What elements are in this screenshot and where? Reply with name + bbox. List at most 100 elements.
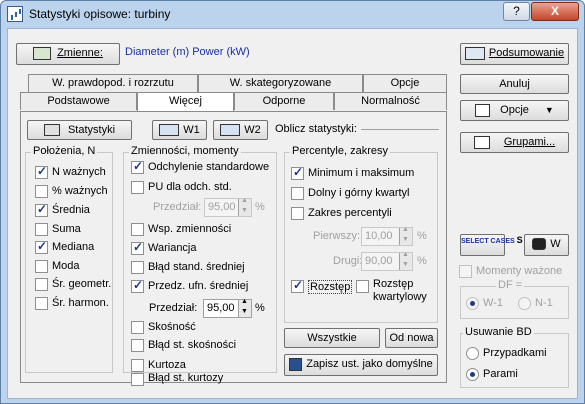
w1-label: W1: [183, 124, 200, 136]
checkbox-moda[interactable]: [35, 260, 48, 273]
help-button[interactable]: ?: [503, 2, 530, 21]
title-bar: Statystyki opisowe: turbiny ? X: [1, 1, 584, 27]
checkbox-blad-skosnosci[interactable]: [131, 339, 144, 352]
label-rozstep: Rozstęp: [308, 280, 353, 294]
label-blad-sredniej: Błąd stand. średniej: [148, 261, 245, 273]
w2-button[interactable]: W2: [213, 120, 268, 140]
checkbox-blad-sredniej[interactable]: [131, 261, 144, 274]
przedzial-2-value: 95,00: [207, 302, 235, 314]
label-pct-4: %: [417, 255, 427, 267]
variables-button-label: Zmienne:: [57, 47, 103, 59]
label-rozstep-kw-2: kwartylowy: [373, 291, 427, 303]
tab-skategoryzowane[interactable]: W. skategoryzowane: [198, 74, 363, 92]
checkbox-zakres[interactable]: [291, 207, 304, 220]
od-nowa-button[interactable]: Od nowa: [385, 328, 438, 348]
usuwanie-title: Usuwanie BD: [463, 326, 534, 338]
weight-button[interactable]: W: [524, 234, 569, 256]
label-pct-3: %: [417, 230, 427, 242]
przedzial-1-spinner[interactable]: 95,00: [204, 197, 252, 217]
checkbox-rozstep-kwartylowy[interactable]: [356, 280, 369, 293]
label-zakres: Zakres percentyli: [308, 207, 392, 219]
radio-przypadkami[interactable]: [466, 347, 479, 360]
label-pu-odch: PU dla odch. std.: [148, 181, 232, 193]
label-blad-kurtozy: Błąd st. kurtozy: [148, 372, 224, 384]
label-kwartyl: Dolny i górny kwartyl: [308, 187, 410, 199]
checkbox-sr-geometr[interactable]: [35, 278, 48, 291]
przedzial-2-spinner[interactable]: 95,00: [203, 298, 252, 318]
label-wariancja: Wariancja: [148, 242, 197, 254]
wszystkie-button[interactable]: Wszystkie: [284, 328, 380, 348]
zapisz-button[interactable]: Zapisz ust. jako domyślne: [284, 354, 438, 376]
label-pct-waznych: % ważnych: [52, 185, 108, 197]
tab-opcje[interactable]: Opcje: [363, 74, 447, 92]
w1-button[interactable]: W1: [152, 120, 207, 140]
checkbox-odchylenie[interactable]: [131, 159, 144, 174]
checkbox-minmax[interactable]: [291, 165, 304, 180]
przedzial-1-value: 95,00: [208, 201, 236, 213]
tab-odporne[interactable]: Odporne: [234, 92, 334, 110]
tab-wiecej[interactable]: Więcej: [137, 92, 234, 112]
checkbox-pct-waznych[interactable]: [35, 185, 48, 198]
checkbox-kurtoza[interactable]: [131, 359, 144, 372]
label-momenty-wazone: Momenty ważone: [476, 265, 563, 277]
radio-parami[interactable]: [466, 368, 479, 381]
spinner-arrows-icon[interactable]: [399, 251, 412, 270]
checkbox-skosnosc[interactable]: [131, 321, 144, 334]
label-parami: Parami: [483, 368, 518, 380]
podsumowanie-label: Podsumowanie: [488, 47, 565, 59]
opcje-label: Opcje: [500, 104, 529, 116]
radio-n1[interactable]: [518, 297, 531, 310]
chart-app-icon: [7, 6, 23, 22]
drugi-spinner[interactable]: 90,00: [361, 251, 413, 271]
spinner-arrows-icon[interactable]: [399, 226, 412, 245]
checkbox-rozstep[interactable]: [291, 278, 304, 293]
spinner-arrows-icon[interactable]: [238, 197, 251, 216]
label-przypadkami: Przypadkami: [483, 347, 547, 359]
dialog-window: Statystyki opisowe: turbiny ? X Zmienne:…: [0, 0, 585, 404]
grupami-button[interactable]: Grupami...: [460, 132, 569, 153]
by-group-icon: [473, 135, 490, 149]
dropdown-arrow-icon: ▼: [544, 105, 554, 115]
podsumowanie-button[interactable]: Podsumowanie: [460, 43, 569, 65]
checkbox-sr-harmon[interactable]: [35, 297, 48, 310]
pierwszy-value: 10,00: [365, 230, 393, 242]
grid-icon: [220, 124, 241, 137]
select-cases-button[interactable]: SELECT CASES S: [460, 234, 523, 256]
tab-prawdopod[interactable]: W. prawdopod. i rozrzutu: [28, 74, 198, 92]
spinner-arrows-icon[interactable]: [238, 298, 251, 317]
table-icon: [43, 124, 60, 137]
checkbox-pu-odch[interactable]: [131, 181, 144, 194]
checkbox-suma[interactable]: [35, 223, 48, 236]
anuluj-button[interactable]: Anuluj: [460, 74, 569, 94]
checkbox-kwartyl[interactable]: [291, 187, 304, 200]
variables-button[interactable]: Zmienne:: [16, 43, 120, 65]
pierwszy-spinner[interactable]: 10,00: [361, 226, 413, 246]
checkbox-wsp-zmiennosci[interactable]: [131, 223, 144, 236]
radio-w1[interactable]: [466, 297, 479, 310]
opcje-button[interactable]: Opcje ▼: [460, 100, 569, 121]
variables-icon: [33, 46, 52, 60]
weight-label: W: [550, 238, 561, 250]
dialog-client: Zmienne: Diameter (m) Power (kW) W. praw…: [7, 28, 578, 399]
label-przedz-ufn: Przedz. ufn. średniej: [148, 280, 249, 292]
close-button[interactable]: X: [531, 2, 579, 21]
checkbox-mediana[interactable]: [35, 239, 48, 254]
statystyki-button[interactable]: Statystyki: [27, 120, 132, 140]
checkbox-przedz-ufn[interactable]: [131, 278, 144, 293]
df-title: DF =: [496, 279, 525, 291]
checkbox-srednia[interactable]: [35, 202, 48, 217]
variables-value: Diameter (m) Power (kW): [125, 46, 250, 58]
compute-label: Oblicz statystyki:: [275, 123, 357, 135]
zapisz-label: Zapisz ust. jako domyślne: [306, 358, 433, 370]
checkbox-momenty-wazone[interactable]: [459, 265, 472, 278]
checkbox-wariancja[interactable]: [131, 240, 144, 255]
tab-normalnosc[interactable]: Normalność: [334, 92, 447, 110]
compute-divider: [361, 129, 439, 130]
label-kurtoza: Kurtoza: [148, 359, 186, 371]
checkbox-n-waznych[interactable]: [35, 164, 48, 179]
window-title: Statystyki opisowe: turbiny: [29, 7, 171, 21]
checkbox-blad-kurtozy[interactable]: [131, 373, 144, 386]
label-sr-harmon: Śr. harmon.: [52, 297, 109, 309]
select-cases-label: SELECT CASES: [461, 238, 515, 245]
tab-podstawowe[interactable]: Podstawowe: [20, 92, 137, 110]
